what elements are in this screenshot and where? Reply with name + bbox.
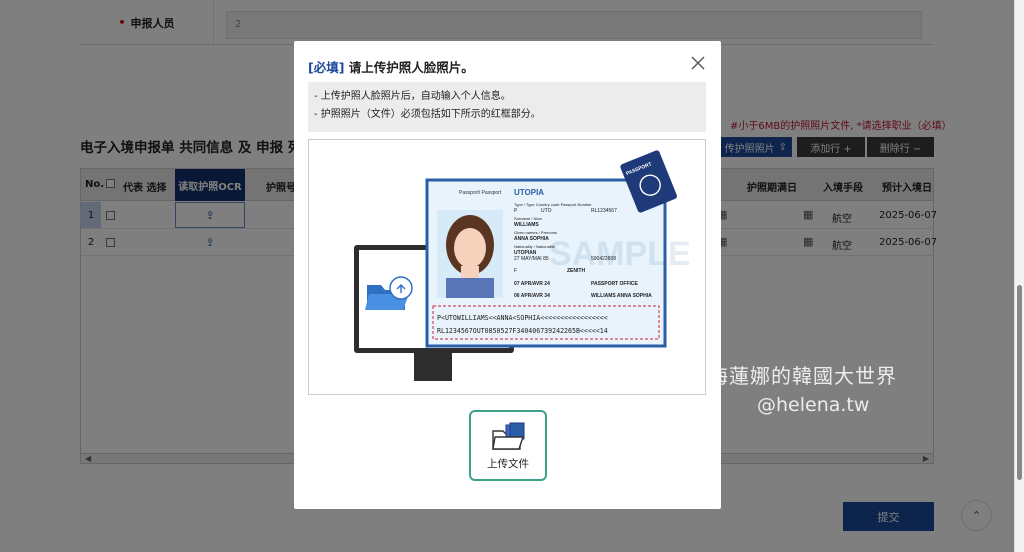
modal-title: [必填] 请上传护照人脸照片。 [308,57,474,76]
folder-upload-icon [492,422,525,450]
passport-signature: WILLIAMS ANNA SOPHIA [591,293,652,299]
upload-file-button[interactable]: 上传文件 [469,410,547,481]
passport-sample-preview: Passport/ Passport UTOPIA Type / Type Co… [308,139,706,395]
page-scrollbar-thumb[interactable] [1017,285,1022,480]
passport-dob: 27 MAY/MAI 85 [514,256,549,262]
upload-file-label: 上传文件 [487,458,529,470]
close-icon[interactable] [690,55,706,71]
upload-passport-modal: [必填] 请上传护照人脸照片。 - 上传护照人脸照片后，自动输入个人信息。 - … [294,41,721,509]
passport-issue: 07 APR/AVR 24 [514,281,550,287]
passport-sex: F [514,268,517,274]
page-scrollbar[interactable] [1014,0,1024,552]
passport-surname: WILLIAMS [514,222,539,228]
passport-given: ANNA SOPHIA [514,236,549,242]
passport-mrz-line-1: P<UTOWILLIAMS<<ANNA<SOPHIA<<<<<<<<<<<<<<… [437,314,608,322]
watermark-chinese: 海蓮娜的韓國大世界 [708,364,897,388]
passport-sample-illustration: Passport/ Passport UTOPIA Type / Type Co… [354,150,691,381]
passport-header-small: Passport/ Passport [459,190,502,196]
passport-authority: PASSPORT OFFICE [591,281,639,287]
passport-expiry: 06 APR/AVR 34 [514,293,550,299]
info-line: - 护照照片（文件）必须包括如下所示的红框部分。 [314,109,541,120]
passport-mrz-line-2: RL1234567OUT0850527F340406739242265B<<<<… [437,327,608,335]
required-tag: [必填] [308,60,345,75]
svg-text:Type / Type Country code P: Type / Type Country code Passport Number [514,202,592,207]
passport-watermark: SAMPLE [549,235,691,273]
modal-title-text: 请上传护照人脸照片。 [344,60,474,75]
svg-text:Surname / Nom: Surname / Nom [514,216,543,221]
passport-country: UTOPIA [514,188,544,197]
passport-number: RL1234567 [591,208,617,214]
modal-info-box: - 上传护照人脸照片后，自动输入个人信息。 - 护照照片（文件）必须包括如下所示… [308,82,706,132]
passport-code: UTO [541,208,552,214]
watermark-handle: @helena.tw [757,394,870,416]
info-line: - 上传护照人脸照片后，自动输入个人信息。 [314,91,511,102]
